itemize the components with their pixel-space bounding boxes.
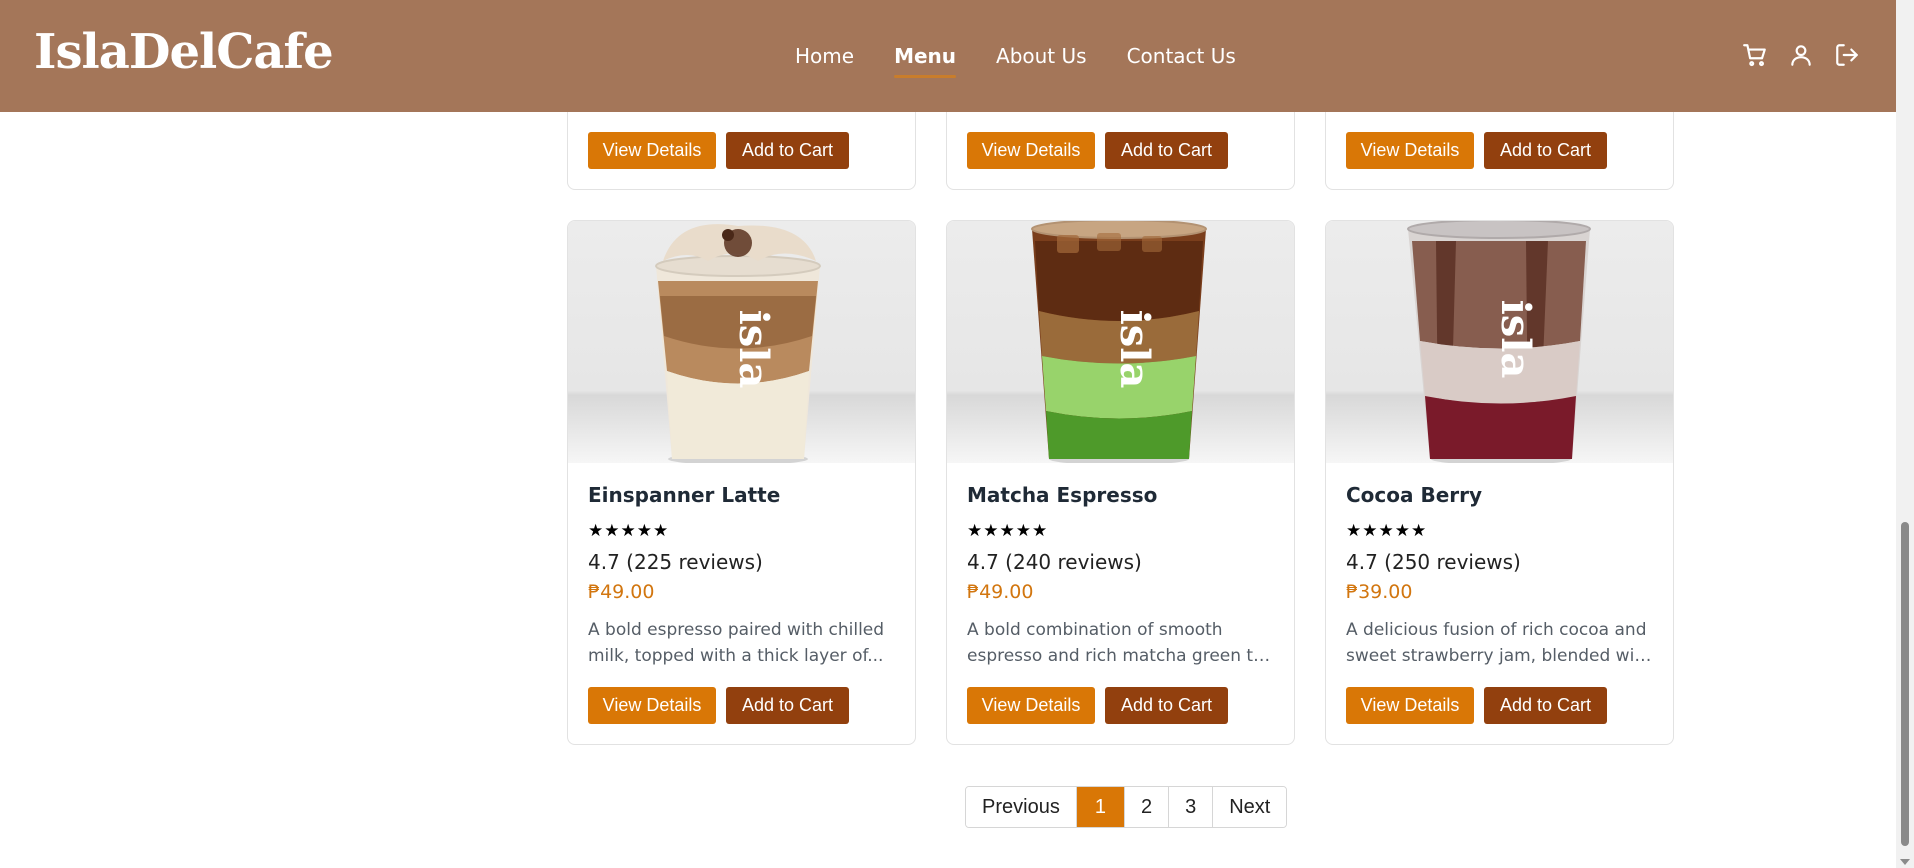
vertical-scrollbar[interactable]: [1896, 0, 1914, 868]
add-to-cart-button[interactable]: Add to Cart: [726, 132, 849, 169]
nav-link-about-us[interactable]: About Us: [996, 42, 1087, 70]
product-name[interactable]: Matcha Espresso: [967, 481, 1274, 509]
description-line: milk, topped with a thick layer of...: [588, 646, 884, 666]
view-details-button[interactable]: View Details: [1346, 132, 1474, 169]
product-card-matcha-espresso: isla Matcha Espresso ★★★★★ 4.7 (240 revi…: [946, 220, 1295, 745]
product-image[interactable]: isla: [947, 221, 1294, 463]
star-rating: ★★★★★: [1346, 521, 1428, 541]
cart-icon[interactable]: [1742, 42, 1768, 68]
add-to-cart-button[interactable]: Add to Cart: [1484, 132, 1607, 169]
product-description: A delicious fusion of rich cocoa and swe…: [1346, 617, 1653, 669]
view-details-button[interactable]: View Details: [967, 132, 1095, 169]
logout-icon[interactable]: [1834, 42, 1860, 68]
nav-link-menu[interactable]: Menu: [894, 42, 956, 78]
add-to-cart-button[interactable]: Add to Cart: [726, 687, 849, 724]
previous-page-button[interactable]: Previous: [966, 787, 1077, 827]
product-description: A bold espresso paired with chilled milk…: [588, 617, 895, 669]
rating-text: 4.7 (240 reviews): [967, 550, 1142, 574]
scroll-down-arrow-icon[interactable]: [1900, 859, 1910, 865]
price: ₱39.00: [1346, 581, 1413, 603]
product-image-brand-text: isla: [730, 310, 777, 389]
view-details-button[interactable]: View Details: [967, 687, 1095, 724]
logo[interactable]: IslaDelCafe: [34, 24, 334, 80]
price: ₱49.00: [588, 581, 655, 603]
page-button-3[interactable]: 3: [1169, 787, 1214, 827]
nav-link-home[interactable]: Home: [795, 42, 854, 70]
description-line: A bold combination of smooth: [967, 620, 1223, 640]
next-page-button[interactable]: Next: [1213, 787, 1287, 827]
view-details-button[interactable]: View Details: [588, 132, 716, 169]
add-to-cart-button[interactable]: Add to Cart: [1105, 132, 1228, 169]
product-image-brand-text: isla: [1111, 310, 1158, 389]
product-image-brand-text: isla: [1492, 300, 1539, 379]
view-details-button[interactable]: View Details: [1346, 687, 1474, 724]
star-rating: ★★★★★: [588, 521, 670, 541]
description-line: sweet strawberry jam, blended with...: [1346, 646, 1653, 666]
product-description: A bold combination of smooth espresso an…: [967, 617, 1274, 669]
add-to-cart-button[interactable]: Add to Cart: [1484, 687, 1607, 724]
user-icon[interactable]: [1788, 42, 1814, 68]
price: ₱49.00: [967, 581, 1034, 603]
page-button-1[interactable]: 1: [1076, 787, 1125, 827]
product-card-cocoa-berry: isla Cocoa Berry ★★★★★ 4.7 (250 reviews)…: [1325, 220, 1674, 745]
rating-text: 4.7 (225 reviews): [588, 550, 763, 574]
navbar: IslaDelCafe Home Menu About Us Contact U…: [0, 0, 1896, 112]
description-line: A bold espresso paired with chilled: [588, 620, 885, 640]
product-name[interactable]: Einspanner Latte: [588, 481, 895, 509]
rating-text: 4.7 (250 reviews): [1346, 550, 1521, 574]
product-name[interactable]: Cocoa Berry: [1346, 481, 1653, 509]
view-details-button[interactable]: View Details: [588, 687, 716, 724]
scrollbar-thumb[interactable]: [1901, 522, 1909, 846]
pagination: Previous 1 2 3 Next: [965, 786, 1288, 828]
product-image[interactable]: isla: [1326, 221, 1673, 463]
nav-icons: [1742, 42, 1860, 68]
nav-links: Home Menu About Us Contact Us: [795, 42, 1236, 78]
product-card-einspanner-latte: isla Einspanner Latte ★★★★★ 4.7 (225 rev…: [567, 220, 916, 745]
page-button-2[interactable]: 2: [1124, 787, 1170, 827]
star-rating: ★★★★★: [967, 521, 1049, 541]
product-image[interactable]: isla: [568, 221, 915, 463]
description-line: A delicious fusion of rich cocoa and: [1346, 620, 1647, 640]
nav-link-contact-us[interactable]: Contact Us: [1127, 42, 1236, 70]
description-line: espresso and rich matcha green tea...: [967, 646, 1274, 666]
add-to-cart-button[interactable]: Add to Cart: [1105, 687, 1228, 724]
